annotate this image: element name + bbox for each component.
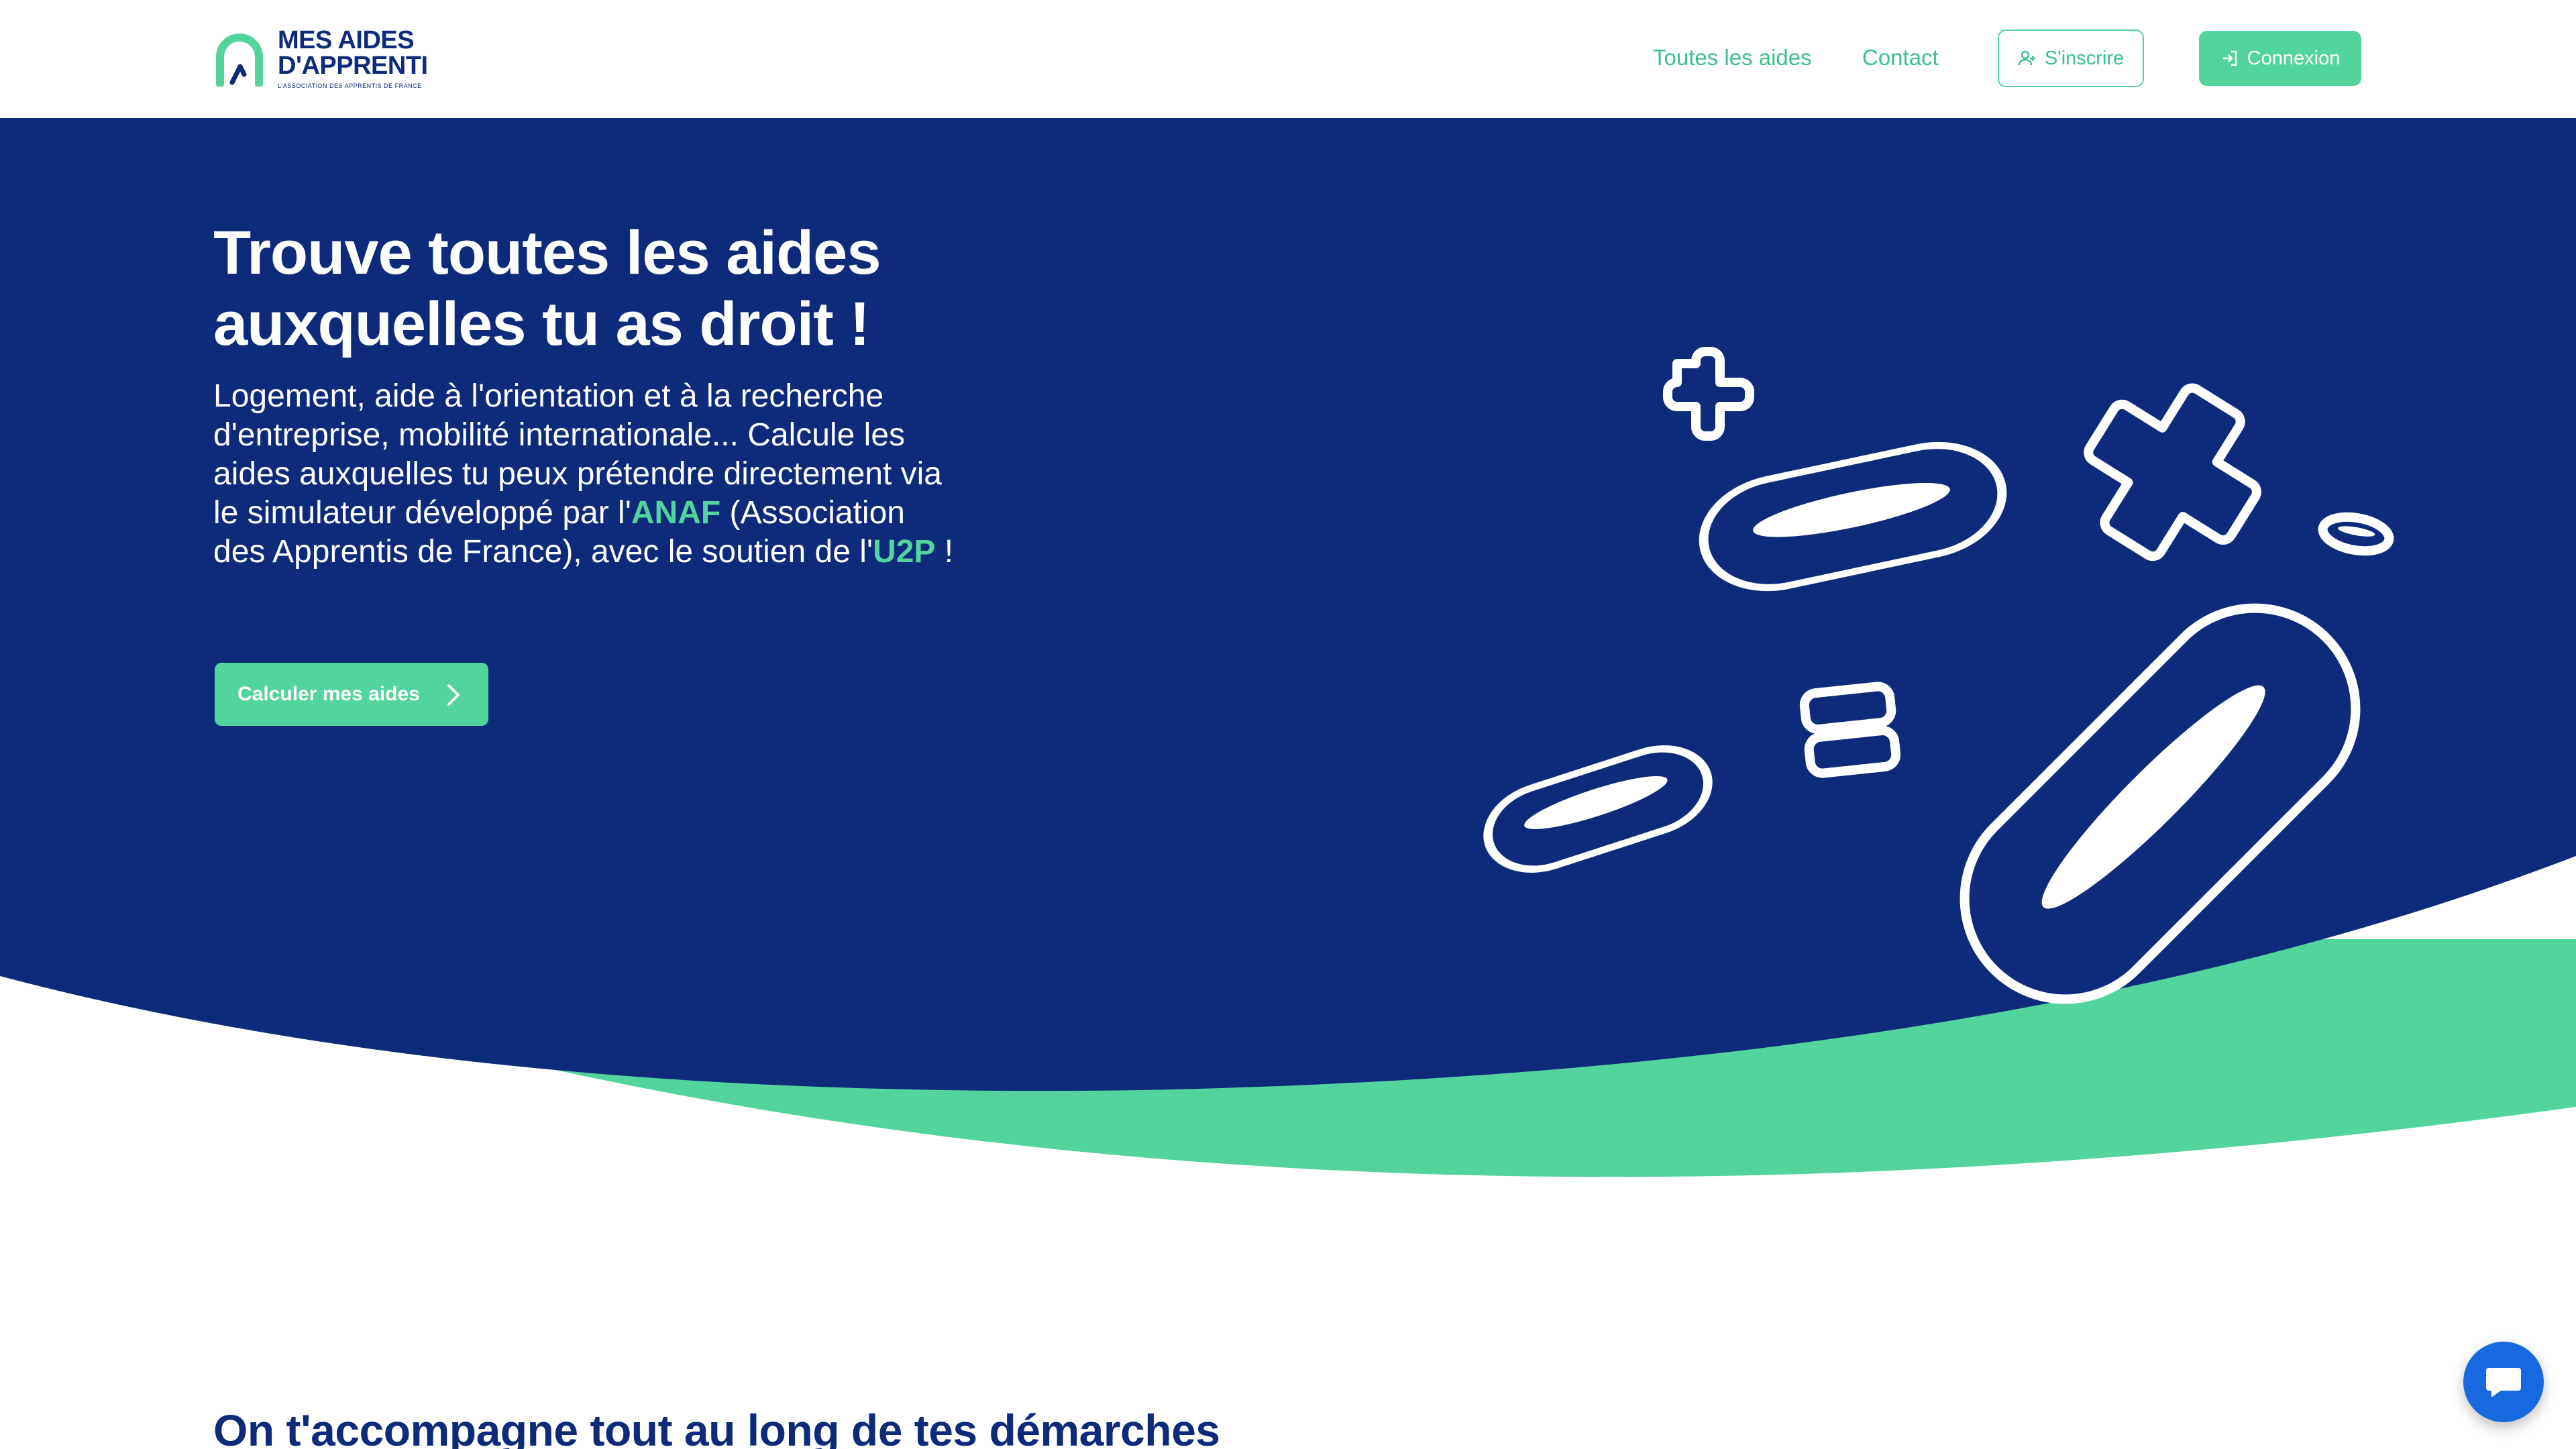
chat-bubble-icon xyxy=(2486,1368,2521,1397)
nav-all-aids-link[interactable]: Toutes les aides xyxy=(1653,42,1812,74)
logo-text: MES AIDES D'APPRENTI L'ASSOCIATION DES A… xyxy=(278,28,428,91)
hero-description: Logement, aide à l'orientation et à la r… xyxy=(213,377,965,572)
signup-label: S'inscrire xyxy=(2044,47,2125,69)
hero-title: Trouve toutes les aides auxquelles tu as… xyxy=(213,219,881,358)
login-label: Connexion xyxy=(2247,47,2341,69)
logo-line1: MES AIDES xyxy=(278,26,415,54)
page: MES AIDES D'APPRENTI L'ASSOCIATION DES A… xyxy=(0,0,2576,1449)
site-header: MES AIDES D'APPRENTI L'ASSOCIATION DES A… xyxy=(0,0,2576,118)
nav-contact-link[interactable]: Contact xyxy=(1862,42,1939,74)
anaf-link[interactable]: ANAF xyxy=(631,495,720,531)
hero-text-part3: ! xyxy=(935,534,954,570)
user-plus-icon xyxy=(2018,50,2035,66)
calculate-aids-button[interactable]: Calculer mes aides xyxy=(215,663,488,726)
logo-tagline: L'ASSOCIATION DES APPRENTIS DE FRANCE xyxy=(278,83,422,89)
section-title: On t'accompagne tout au long de tes déma… xyxy=(213,1405,1220,1449)
chevron-right-icon xyxy=(447,684,460,706)
u2p-link[interactable]: U2P xyxy=(873,534,935,570)
login-icon xyxy=(2222,50,2237,66)
logo[interactable]: MES AIDES D'APPRENTI L'ASSOCIATION DES A… xyxy=(213,25,441,93)
chat-button[interactable] xyxy=(2463,1342,2544,1422)
logo-line2: D'APPRENTI xyxy=(278,52,428,80)
login-button[interactable]: Connexion xyxy=(2199,31,2361,86)
cta-label: Calculer mes aides xyxy=(237,683,420,705)
signup-button[interactable]: S'inscrire xyxy=(1998,30,2144,87)
logo-mark-icon xyxy=(216,34,263,87)
